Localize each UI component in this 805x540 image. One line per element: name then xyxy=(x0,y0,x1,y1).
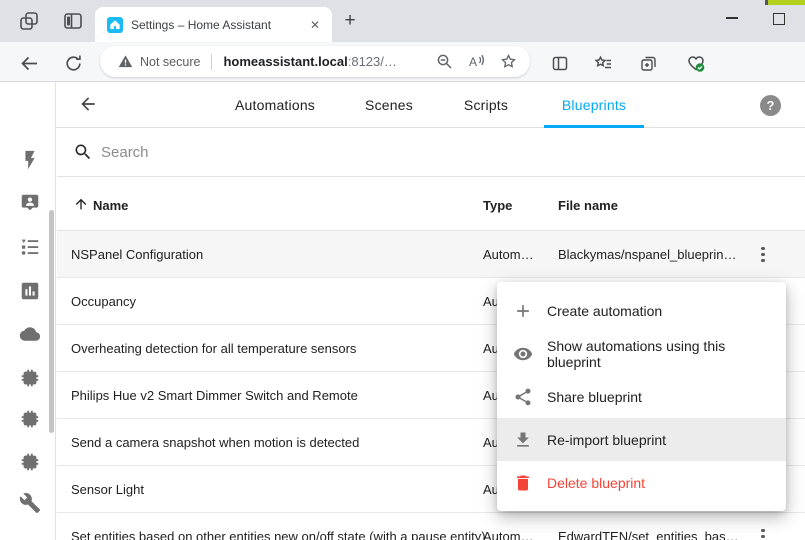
person-badge-icon[interactable] xyxy=(19,192,41,214)
chip-icon[interactable] xyxy=(19,451,41,473)
column-type[interactable]: Type xyxy=(483,198,512,213)
chip-icon[interactable] xyxy=(19,408,41,430)
sort-ascending-icon[interactable] xyxy=(73,196,89,212)
address-bar[interactable]: Not secure homeassistant.local:8123/… A xyxy=(100,46,530,77)
search-icon xyxy=(73,142,93,162)
home-assistant-favicon xyxy=(107,17,123,33)
divider xyxy=(211,54,212,70)
menu-item-label: Delete blueprint xyxy=(547,475,645,491)
browser-toolbar: Not secure homeassistant.local:8123/… A xyxy=(0,42,805,82)
table-row[interactable]: NSPanel Configuration Autom… Blackymas/n… xyxy=(57,231,805,278)
row-overflow-menu-icon[interactable] xyxy=(756,526,770,540)
statistics-icon[interactable] xyxy=(19,280,41,302)
wrench-icon[interactable] xyxy=(19,492,41,514)
back-icon[interactable] xyxy=(20,54,39,73)
maximize-icon[interactable] xyxy=(773,13,785,25)
sidebar-scrollbar[interactable] xyxy=(49,210,54,433)
tab-scenes[interactable]: Scenes xyxy=(365,97,413,113)
security-label[interactable]: Not secure xyxy=(140,55,200,69)
row-type: Autom… xyxy=(483,529,534,540)
browser-titlebar: Settings – Home Assistant ✕ + xyxy=(0,0,805,42)
browser-window: Settings – Home Assistant ✕ + Not secure… xyxy=(0,0,805,540)
url-path[interactable]: :8123/… xyxy=(348,54,397,69)
column-file-name[interactable]: File name xyxy=(558,198,618,213)
tab-title: Settings – Home Assistant xyxy=(131,18,307,32)
share-icon xyxy=(513,387,533,407)
blueprint-context-menu: Create automation Show automations using… xyxy=(497,282,786,511)
cloud-icon[interactable] xyxy=(19,323,41,345)
tab-blueprints[interactable]: Blueprints xyxy=(562,97,626,113)
browser-tab[interactable]: Settings – Home Assistant ✕ xyxy=(95,7,332,42)
trash-icon xyxy=(513,473,533,493)
refresh-icon[interactable] xyxy=(64,54,83,73)
lightning-bolt-icon[interactable] xyxy=(19,149,41,171)
menu-item-delete-blueprint[interactable]: Delete blueprint xyxy=(497,461,786,504)
eye-icon xyxy=(513,344,533,364)
help-button[interactable]: ? xyxy=(760,95,781,116)
minimize-icon[interactable] xyxy=(726,17,738,19)
collections-icon[interactable] xyxy=(639,54,658,73)
tab-activity-icon[interactable] xyxy=(18,10,40,32)
warning-icon xyxy=(118,54,133,69)
url-host[interactable]: homeassistant.local xyxy=(223,54,347,69)
ha-back-icon[interactable] xyxy=(78,94,98,114)
split-screen-icon[interactable] xyxy=(549,54,568,73)
row-file: EdwardTEN/set_entities_bas… xyxy=(558,529,739,540)
row-name: Send a camera snapshot when motion is de… xyxy=(71,435,359,450)
search-input[interactable] xyxy=(101,140,701,164)
chip-icon[interactable] xyxy=(19,367,41,389)
ha-header: Automations Scenes Scripts Blueprints ? xyxy=(0,82,805,128)
favorites-bar-icon[interactable] xyxy=(594,54,613,73)
zoom-out-icon[interactable] xyxy=(436,53,453,70)
row-type: Autom… xyxy=(483,247,534,262)
list-icon[interactable] xyxy=(19,236,41,258)
row-name: Set entities based on other entities new… xyxy=(71,529,486,540)
plus-icon xyxy=(513,301,533,321)
row-file: Blackymas/nspanel_blueprin… xyxy=(558,247,736,262)
table-header: Name Type File name xyxy=(57,177,805,231)
new-tab-icon[interactable]: + xyxy=(340,12,360,32)
tab-layout-icon[interactable] xyxy=(62,10,84,32)
tab-automations[interactable]: Automations xyxy=(235,97,315,113)
row-overflow-menu-icon[interactable] xyxy=(756,244,770,265)
menu-item-share-blueprint[interactable]: Share blueprint xyxy=(497,375,786,418)
row-name: Overheating detection for all temperatur… xyxy=(71,341,356,356)
download-icon xyxy=(513,430,533,450)
row-name: Sensor Light xyxy=(71,482,144,497)
row-name: Occupancy xyxy=(71,294,136,309)
menu-item-label: Create automation xyxy=(547,303,662,319)
menu-item-create-automation[interactable]: Create automation xyxy=(497,289,786,332)
search-bar xyxy=(57,128,805,177)
close-tab-icon[interactable]: ✕ xyxy=(307,17,323,33)
menu-item-reimport-blueprint[interactable]: Re-import blueprint xyxy=(497,418,786,461)
row-name: Philips Hue v2 Smart Dimmer Switch and R… xyxy=(71,388,358,403)
menu-item-label: Share blueprint xyxy=(547,389,642,405)
svg-text:A: A xyxy=(469,55,477,69)
tab-scripts[interactable]: Scripts xyxy=(464,97,508,113)
ha-sidebar xyxy=(0,82,56,540)
menu-item-label: Show automations using this blueprint xyxy=(547,338,770,370)
menu-item-show-automations[interactable]: Show automations using this blueprint xyxy=(497,332,786,375)
menu-item-label: Re-import blueprint xyxy=(547,432,666,448)
favorite-star-icon[interactable] xyxy=(500,53,517,70)
background-strip xyxy=(768,0,805,5)
table-row[interactable]: Set entities based on other entities new… xyxy=(57,513,805,540)
browser-essentials-icon[interactable] xyxy=(686,53,705,72)
read-aloud-icon[interactable]: A xyxy=(468,53,485,70)
column-name[interactable]: Name xyxy=(93,198,128,213)
row-name: NSPanel Configuration xyxy=(71,247,203,262)
